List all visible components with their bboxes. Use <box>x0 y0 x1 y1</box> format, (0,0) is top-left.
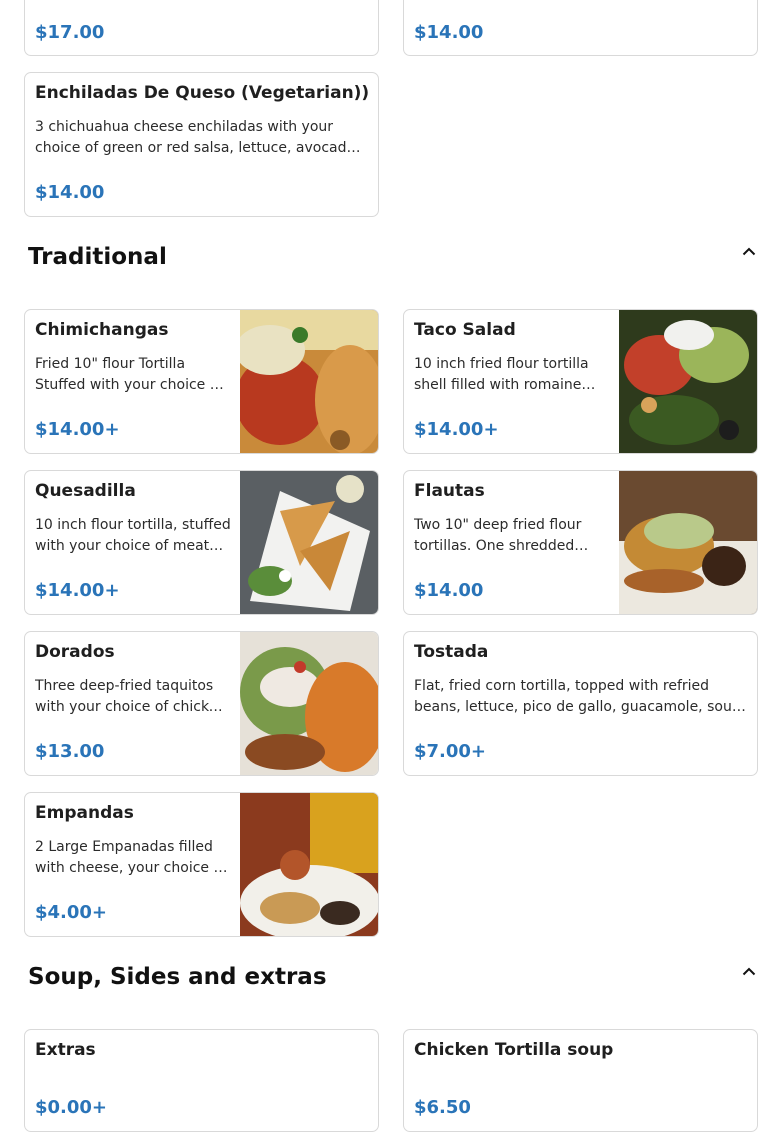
item-price: $7.00+ <box>414 741 487 762</box>
item-description: Fried 10" flour Tortilla Stuffed with yo… <box>35 356 224 393</box>
item-description: Three deep-fried taquitos with your choi… <box>35 678 227 715</box>
item-price: $14.00+ <box>35 580 120 601</box>
item-description: 2 Large Empanadas filled with cheese, yo… <box>35 839 227 876</box>
menu-item-card-tostada[interactable]: Tostada Flat, fried corn tortilla, toppe… <box>403 631 758 776</box>
item-photo <box>240 471 378 614</box>
item-name: Empandas <box>35 803 134 823</box>
item-name: Chicken Tortilla soup <box>414 1040 614 1060</box>
item-price: $6.50 <box>414 1097 471 1118</box>
chevron-up-icon[interactable] <box>738 960 760 982</box>
item-price: $14.00 <box>35 182 105 203</box>
item-price: $14.00 <box>414 580 484 601</box>
chevron-up-icon[interactable] <box>738 240 760 262</box>
item-name: Flautas <box>414 481 485 501</box>
item-name: Dorados <box>35 642 115 662</box>
section-title-traditional: Traditional <box>28 244 167 270</box>
section-title-soups: Soup, Sides and extras <box>28 964 327 990</box>
item-price: $17.00 <box>35 22 105 43</box>
menu-item-card-extras[interactable]: Extras $0.00+ <box>24 1029 379 1132</box>
item-name: Enchiladas De Queso (Vegetarian)) <box>35 83 370 103</box>
item-photo <box>240 310 378 453</box>
item-photo <box>619 471 757 614</box>
item-description: Flat, fried corn tortilla, topped with r… <box>414 678 738 715</box>
item-description: Two 10" deep fried flour tortillas. One … <box>414 517 582 554</box>
item-photo <box>619 310 757 453</box>
menu-item-card-empandas[interactable]: Empandas 2 Large Empanadas filled with c… <box>24 792 379 937</box>
menu-item-card-chimichangas[interactable]: Chimichangas Fried 10" flour Tortilla St… <box>24 309 379 454</box>
item-name: Taco Salad <box>414 320 516 340</box>
menu-item-card-flautas[interactable]: Flautas Two 10" deep fried flour tortill… <box>403 470 758 615</box>
item-name: Tostada <box>414 642 489 662</box>
item-name: Quesadilla <box>35 481 136 501</box>
menu-item-card-taco-salad[interactable]: Taco Salad 10 inch fried flour tortilla … <box>403 309 758 454</box>
item-name: Extras <box>35 1040 96 1060</box>
menu-item-card-dorados[interactable]: Dorados Three deep-fried taquitos with y… <box>24 631 379 776</box>
menu-item-card-quesadilla[interactable]: Quesadilla 10 inch flour tortilla, stuff… <box>24 470 379 615</box>
item-price: $4.00+ <box>35 902 108 923</box>
menu-item-card-enchiladas[interactable]: Enchiladas De Queso (Vegetarian)) 3 chic… <box>24 72 379 217</box>
item-description: 10 inch fried flour tortilla shell fille… <box>414 356 589 393</box>
item-name: Chimichangas <box>35 320 169 340</box>
item-description: 10 inch flour tortilla, stuffed with you… <box>35 517 231 554</box>
item-price: $0.00+ <box>35 1097 108 1118</box>
item-price: $13.00 <box>35 741 105 762</box>
item-price: $14.00+ <box>414 419 499 440</box>
item-description: 3 chichuahua cheese enchiladas with your… <box>35 119 360 156</box>
menu-item-card[interactable]: $17.00 <box>24 0 379 56</box>
item-price: $14.00 <box>414 22 484 43</box>
item-price: $14.00+ <box>35 419 120 440</box>
menu-item-card[interactable]: $14.00 <box>403 0 758 56</box>
item-photo <box>240 632 378 775</box>
item-photo <box>240 793 378 936</box>
menu-item-card-chicken-tortilla-soup[interactable]: Chicken Tortilla soup $6.50 <box>403 1029 758 1132</box>
